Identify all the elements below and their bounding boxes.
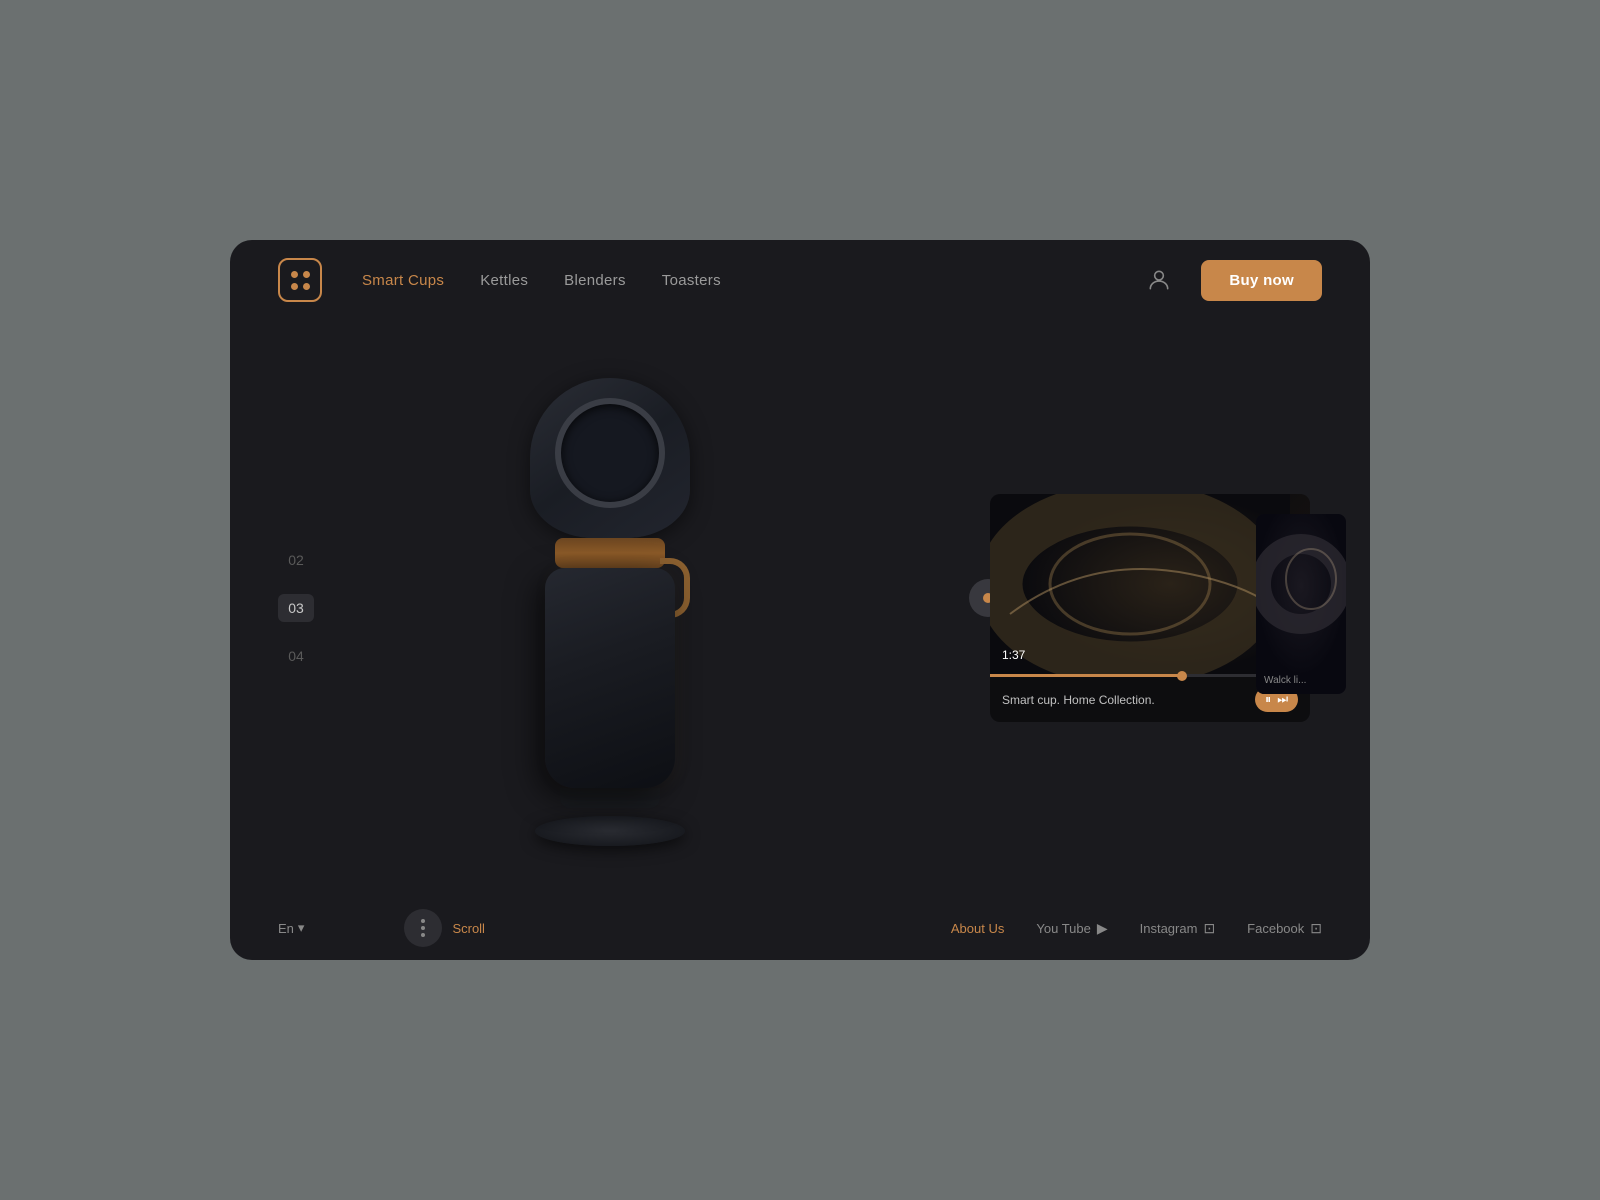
facebook-label: Facebook [1247,921,1304,936]
cup-top-ring [555,398,665,508]
video-secondary-title: Walck li... [1264,675,1306,686]
video-next-button[interactable]: ⏭ [1277,692,1288,707]
slide-indicators: 02 03 04 [278,546,314,670]
instagram-label: Instagram [1140,921,1198,936]
lang-label: En [278,921,294,936]
footer-youtube[interactable]: You Tube ▶ [1036,920,1107,937]
product-area: Smart cup 1.5 hr / 145°F [230,320,990,896]
slide-04[interactable]: 04 [278,642,314,670]
video-progress-dot [1177,671,1187,681]
cup-base-connect [560,788,660,808]
header: Smart Cups Kettles Blenders Toasters Buy… [230,240,1370,320]
lang-arrow-icon: ▾ [298,920,305,936]
footer-about-us[interactable]: About Us [951,921,1004,936]
buy-now-button[interactable]: Buy now [1201,260,1322,301]
cup-body [545,568,675,788]
cup-middle [555,538,665,568]
slide-03[interactable]: 03 [278,594,314,622]
video-timestamp: 1:37 [1002,648,1025,662]
footer-facebook[interactable]: Facebook ⊡ [1247,920,1322,937]
footer: En ▾ Scroll About Us You Tube ▶ In [230,896,1370,960]
app-window: Smart Cups Kettles Blenders Toasters Buy… [230,240,1370,960]
scroll-label: Scroll [452,921,485,936]
language-selector[interactable]: En ▾ [278,920,304,936]
youtube-icon: ▶ [1097,920,1108,937]
scroll-circle [404,909,442,947]
video-progress-fill [990,674,1182,677]
logo[interactable] [278,258,322,302]
nav-toasters[interactable]: Toasters [662,272,721,289]
scroll-indicator[interactable]: Scroll [404,909,485,947]
product-image [490,378,730,838]
main-nav: Smart Cups Kettles Blenders Toasters [362,272,1141,289]
about-us-label: About Us [951,921,1004,936]
footer-links: About Us You Tube ▶ Instagram ⊡ Facebook… [951,920,1322,937]
main-content: 02 03 04 [230,320,1370,896]
videos-row: 1:37 ⤢ Smart cup. Home Collection. ⏸ ⏭ [990,494,1346,722]
cup-base [535,816,685,846]
slide-02[interactable]: 02 [278,546,314,574]
nav-blenders[interactable]: Blenders [564,272,626,289]
video-secondary[interactable]: Walck li... [1256,514,1346,694]
video-panel: 1:37 ⤢ Smart cup. Home Collection. ⏸ ⏭ [990,474,1370,742]
user-account-icon[interactable] [1141,262,1177,298]
youtube-label: You Tube [1036,921,1090,936]
footer-instagram[interactable]: Instagram ⊡ [1140,920,1216,937]
video-pause-button[interactable]: ⏸ [1265,692,1271,707]
facebook-icon: ⊡ [1310,920,1322,937]
instagram-icon: ⊡ [1203,920,1215,937]
video-title: Smart cup. Home Collection. [1002,693,1155,707]
nav-kettles[interactable]: Kettles [480,272,528,289]
header-right: Buy now [1141,260,1322,301]
nav-smart-cups[interactable]: Smart Cups [362,272,444,289]
cup-top [530,378,690,538]
logo-icon [291,271,310,290]
scroll-dots-icon [421,919,425,937]
